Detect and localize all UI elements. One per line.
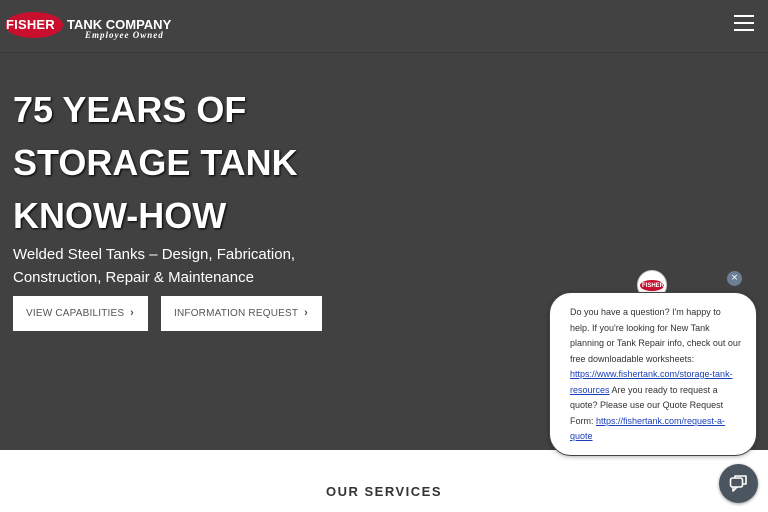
hamburger-menu-icon[interactable] [734, 13, 756, 33]
hero-title-line: 75 YEARS OF [13, 89, 247, 130]
close-icon[interactable]: × [727, 271, 742, 286]
hero-title: 75 YEARS OF STORAGE TANK KNOW-HOW [13, 83, 373, 242]
chat-message-text: Do you have a question? I'm happy to hel… [570, 307, 741, 364]
hero-title-line: STORAGE TANK [13, 142, 298, 183]
button-label: INFORMATION REQUEST [174, 308, 299, 319]
logo-tagline: Employee Owned [85, 30, 164, 40]
information-request-button[interactable]: INFORMATION REQUEST › [161, 296, 322, 331]
services-heading: OUR SERVICES [325, 484, 442, 499]
chat-message-bubble: Do you have a question? I'm happy to hel… [549, 292, 757, 456]
chat-bubbles-icon [729, 475, 747, 492]
hero-title-line: KNOW-HOW [13, 195, 227, 236]
chevron-right-icon: › [304, 307, 308, 319]
hero-subtitle: Welded Steel Tanks – Design, Fabrication… [13, 243, 333, 289]
fisher-tank-logo[interactable]: FISHER TANK COMPANY Employee Owned [5, 10, 187, 42]
site-header: FISHER TANK COMPANY Employee Owned [0, 0, 768, 52]
view-capabilities-button[interactable]: VIEW CAPABILITIES › [13, 296, 148, 331]
avatar-logo-text: FISHER [641, 283, 664, 289]
menu-bar [734, 15, 754, 17]
chevron-right-icon: › [130, 307, 134, 319]
button-label: VIEW CAPABILITIES [26, 308, 125, 319]
hero-subtitle-line: Welded Steel Tanks – Design, Fabrication… [13, 246, 296, 263]
hero-subtitle-line: Construction, Repair & Maintenance [13, 269, 254, 286]
logo-fisher-text: FISHER [6, 17, 55, 32]
chat-launcher-button[interactable] [719, 464, 758, 503]
menu-bar [734, 22, 754, 24]
menu-bar [734, 29, 754, 31]
